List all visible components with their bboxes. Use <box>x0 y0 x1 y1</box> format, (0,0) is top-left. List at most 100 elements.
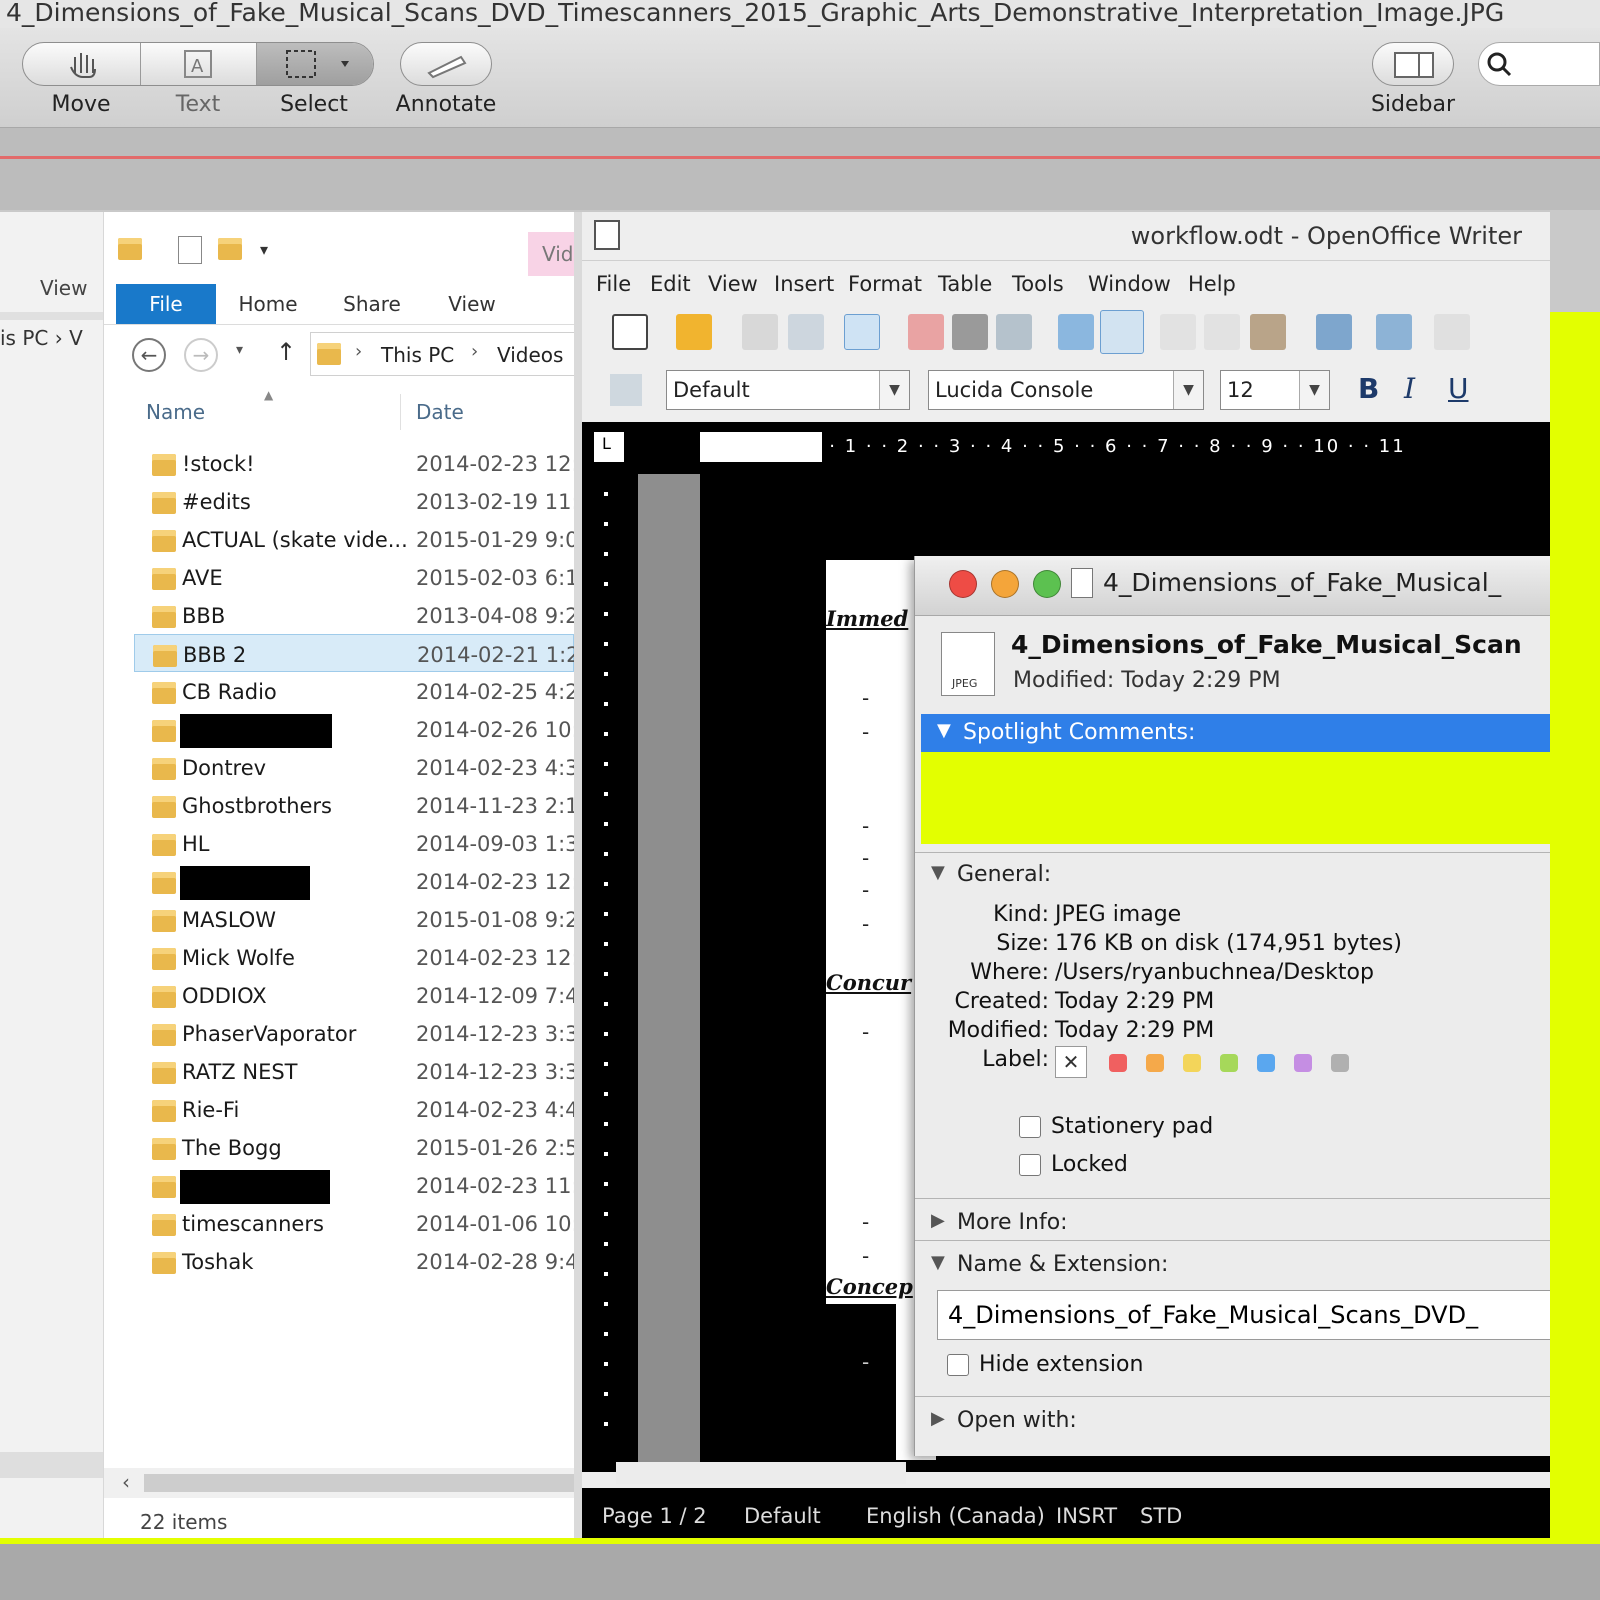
table-row[interactable]: timescanners2014-01-06 10:55 <box>134 1204 574 1242</box>
text-button[interactable]: A <box>141 43 257 85</box>
table-row[interactable]: HL 2014-09-03 1:33 <box>134 824 574 862</box>
menu-file[interactable]: File <box>596 272 631 296</box>
menu-format[interactable]: Format <box>848 272 922 296</box>
menu-window[interactable]: Window <box>1088 272 1171 296</box>
menu-table[interactable]: Table <box>938 272 992 296</box>
table-row[interactable]: RATZ NEST 2014-12-23 3:34 <box>134 1052 574 1090</box>
table-row[interactable]: 2014-02-23 12:11 <box>134 862 574 900</box>
autospellcheck-icon[interactable] <box>1100 310 1144 354</box>
general-header[interactable]: ▼ General: <box>915 856 1550 894</box>
table-row[interactable]: 2014-02-23 11:58 <box>134 1166 574 1204</box>
back-view-tab[interactable]: View <box>40 276 87 300</box>
table-row[interactable]: ODDIOX 2014-12-09 7:41 <box>134 976 574 1014</box>
horizontal-scrollbar[interactable]: ‹ <box>104 1468 574 1498</box>
spotlight-comments-field[interactable] <box>921 752 1550 844</box>
cut-icon[interactable] <box>1160 314 1196 350</box>
tab-view[interactable]: View <box>422 284 522 324</box>
chevron-down-icon[interactable]: ▼ <box>1173 371 1203 409</box>
minimize-icon[interactable] <box>991 570 1019 598</box>
table-row[interactable]: CB Radio 2014-02-25 4:27 <box>134 672 574 710</box>
table-row[interactable]: Mick Wolfe2014-02-23 12:11 <box>134 938 574 976</box>
font-name-combo[interactable]: Lucida Console ▼ <box>928 370 1204 410</box>
hide-extension-checkbox[interactable] <box>947 1354 969 1376</box>
tab-home[interactable]: Home <box>218 284 318 324</box>
paragraph-style-combo[interactable]: Default ▼ <box>666 370 910 410</box>
status-selection-mode[interactable]: STD <box>1140 1504 1182 1528</box>
annotate-button[interactable] <box>400 42 492 86</box>
table-row[interactable]: PhaserVaporator 2014-12-23 3:33 <box>134 1014 574 1052</box>
email-icon[interactable] <box>788 314 824 350</box>
font-size-combo[interactable]: 12 ▼ <box>1220 370 1330 410</box>
scroll-thumb[interactable] <box>144 1474 574 1492</box>
menu-view[interactable]: View <box>708 272 758 296</box>
label-color-swatch[interactable] <box>1109 1054 1127 1072</box>
table-row[interactable]: !stock!2014-02-23 12:09 <box>134 444 574 482</box>
table-row[interactable]: The Bogg 2015-01-26 2:58 <box>134 1128 574 1166</box>
tab-stop-selector[interactable]: L <box>594 432 624 462</box>
more-info-header[interactable]: ▶ More Info: <box>915 1204 1550 1242</box>
table-row[interactable]: Ghostbrothers 2014-11-23 2:18 <box>134 786 574 824</box>
paste-icon[interactable] <box>1250 314 1286 350</box>
filename-input[interactable]: 4_Dimensions_of_Fake_Musical_Scans_DVD_ <box>937 1290 1550 1340</box>
table-row[interactable]: 2014-02-26 10:06 <box>134 710 574 748</box>
edit-mode-icon[interactable] <box>844 314 880 350</box>
styles-icon[interactable] <box>610 374 642 406</box>
italic-button[interactable]: I <box>1404 372 1415 405</box>
address-bar[interactable]: › This PC › Videos <box>310 332 574 376</box>
breadcrumb-this-pc[interactable]: This PC <box>381 343 454 367</box>
table-row[interactable]: ACTUAL (skate vide... 2015-01-29 9:06 <box>134 520 574 558</box>
table-row[interactable]: MASLOW 2015-01-08 9:27 <box>134 900 574 938</box>
recent-locations-button[interactable]: ▾ <box>236 342 243 358</box>
table-row[interactable]: BBB 2 2014-02-21 1:24 <box>134 634 574 672</box>
back-button[interactable]: ← <box>132 338 166 372</box>
properties-icon[interactable] <box>178 236 202 264</box>
horizontal-ruler[interactable]: · · · 1 · · · · · 1 · · 2 · · 3 · · 4 · … <box>700 432 1530 462</box>
locked-checkbox[interactable] <box>1019 1154 1041 1176</box>
scroll-left-icon[interactable]: ‹ <box>122 1470 130 1494</box>
sidebar-button[interactable] <box>1372 42 1454 86</box>
vertical-ruler[interactable] <box>592 472 624 1462</box>
close-icon[interactable] <box>949 570 977 598</box>
breadcrumb-videos[interactable]: Videos <box>497 343 563 367</box>
save-icon[interactable] <box>742 314 778 350</box>
open-with-header[interactable]: ▶ Open with: <box>915 1402 1550 1440</box>
menu-help[interactable]: Help <box>1188 272 1236 296</box>
table-row[interactable]: Rie-Fi 2014-02-23 4:43 <box>134 1090 574 1128</box>
label-none-button[interactable]: ✕ <box>1055 1046 1087 1078</box>
customize-icon[interactable]: ▾ <box>260 240 268 259</box>
table-row[interactable]: BBB 2013-04-08 9:26 <box>134 596 574 634</box>
new-document-icon[interactable] <box>612 314 648 350</box>
table-row[interactable]: #edits2013-02-19 11:04 <box>134 482 574 520</box>
label-color-swatch[interactable] <box>1257 1054 1275 1072</box>
status-language[interactable]: English (Canada) <box>866 1504 1045 1528</box>
spellcheck-icon[interactable] <box>1058 314 1094 350</box>
menu-insert[interactable]: Insert <box>774 272 834 296</box>
open-folder-icon[interactable] <box>676 314 712 350</box>
tab-share[interactable]: Share <box>322 284 422 324</box>
redo-icon[interactable] <box>1434 314 1470 350</box>
export-pdf-icon[interactable] <box>908 314 944 350</box>
copy-icon[interactable] <box>1204 314 1240 350</box>
stationery-checkbox[interactable] <box>1019 1116 1041 1138</box>
undo-icon[interactable] <box>1376 314 1412 350</box>
doc-hscrollbar[interactable] <box>616 1462 906 1484</box>
label-color-swatch[interactable] <box>1331 1054 1349 1072</box>
table-row[interactable]: Dontrev 2014-02-23 4:33 <box>134 748 574 786</box>
menu-tools[interactable]: Tools <box>1012 272 1064 296</box>
move-button[interactable] <box>23 43 141 85</box>
label-color-swatch[interactable] <box>1146 1054 1164 1072</box>
search-field[interactable] <box>1478 42 1600 86</box>
zoom-icon[interactable] <box>1033 570 1061 598</box>
forward-button[interactable]: → <box>184 338 218 372</box>
chevron-down-icon[interactable]: ▼ <box>879 371 909 409</box>
new-folder-icon[interactable] <box>218 238 242 260</box>
label-color-swatch[interactable] <box>1294 1054 1312 1072</box>
status-insert-mode[interactable]: INSRT <box>1056 1504 1117 1528</box>
table-row[interactable]: AVE 2015-02-03 6:12 <box>134 558 574 596</box>
print-preview-icon[interactable] <box>996 314 1032 350</box>
column-header-date[interactable]: Date <box>416 400 464 424</box>
underline-button[interactable]: U <box>1448 372 1469 405</box>
column-header-name[interactable]: Name <box>146 400 205 424</box>
spotlight-comments-header[interactable]: ▼ Spotlight Comments: <box>921 714 1550 752</box>
clone-formatting-icon[interactable] <box>1316 314 1352 350</box>
